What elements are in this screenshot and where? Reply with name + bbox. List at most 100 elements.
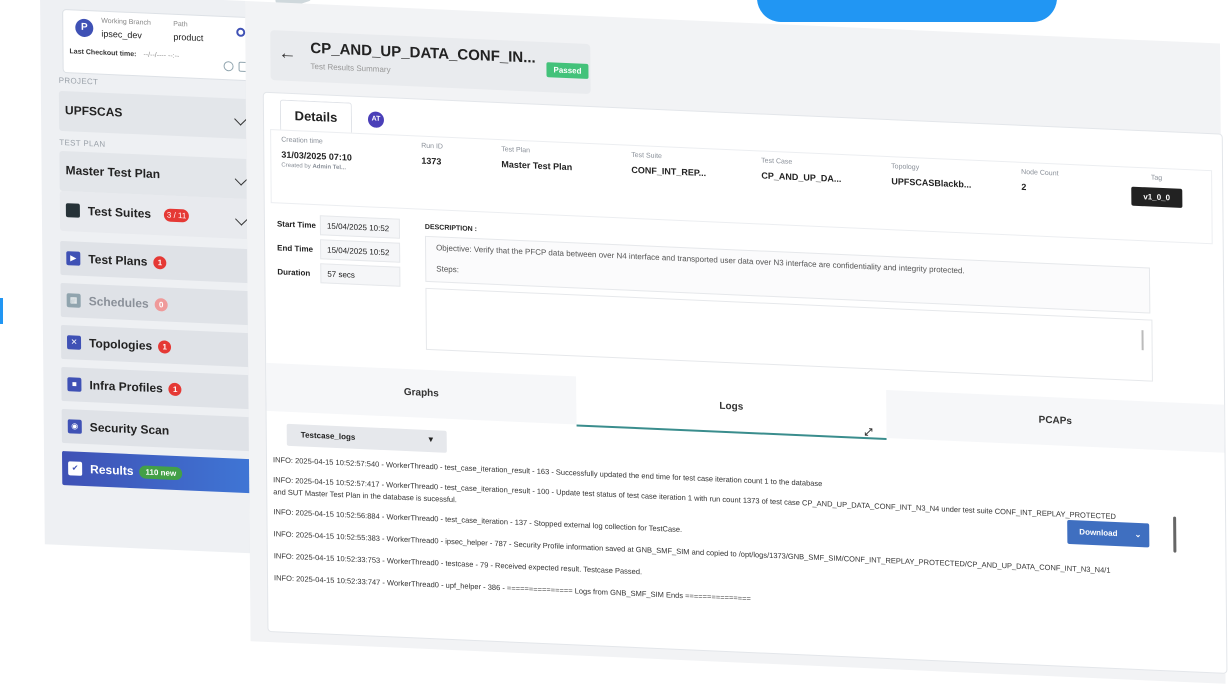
log-type-select[interactable]: Testcase_logs ▼ bbox=[286, 423, 447, 453]
count-badge: 1 bbox=[158, 340, 172, 355]
log-type-value: Testcase_logs bbox=[300, 430, 356, 442]
log-line: INFO: 2025-04-15 10:52:55:383 - WorkerTh… bbox=[273, 529, 1111, 575]
node-count-label: Node Count bbox=[1021, 168, 1059, 178]
avatar[interactable]: AT bbox=[367, 111, 385, 129]
test-suite-value: CONF_INT_REP... bbox=[631, 164, 707, 179]
expand-icon[interactable]: ⤢ bbox=[864, 409, 872, 457]
test-plan-cell: Test Plan Master Test Plan bbox=[501, 146, 572, 172]
sidebar-item-schedules[interactable]: ▦ Schedules 0 bbox=[60, 282, 257, 326]
test-case-value: CP_AND_UP_DA... bbox=[761, 170, 842, 185]
tab-logs-label: Logs bbox=[719, 400, 744, 413]
scrollbar[interactable] bbox=[1141, 330, 1144, 351]
sidebar: P Working Branch ipsec_dev Path product … bbox=[40, 0, 259, 554]
tab-graphs[interactable]: Graphs bbox=[266, 362, 577, 425]
branch-icon: P bbox=[75, 18, 94, 38]
download-button[interactable]: Download ⌄ bbox=[1067, 519, 1150, 548]
play-icon: ▶ bbox=[66, 251, 81, 266]
tab-details[interactable]: Details bbox=[279, 99, 353, 134]
test-suites-badge: 3 / 11 bbox=[163, 208, 190, 223]
end-time-value: 15/04/2025 10:52 bbox=[320, 239, 401, 263]
sidebar-item-topologies[interactable]: ✕ Topologies 1 bbox=[60, 324, 258, 368]
duration-value: 57 secs bbox=[320, 263, 401, 287]
topology-label: Topology bbox=[891, 163, 920, 172]
status-badge: Passed bbox=[546, 62, 589, 79]
download-label: Download bbox=[1079, 527, 1118, 539]
test-plan-label: Test Plan bbox=[501, 146, 531, 155]
gear-icon[interactable] bbox=[236, 27, 246, 37]
branch-card: P Working Branch ipsec_dev Path product … bbox=[62, 8, 255, 82]
test-suites-label: Test Suites bbox=[87, 204, 152, 221]
test-case-cell: Test Case CP_AND_UP_DA... bbox=[761, 158, 841, 185]
tab-pcaps[interactable]: PCAPs bbox=[886, 389, 1225, 453]
run-id-cell: Run ID 1373 bbox=[421, 143, 443, 167]
test-suite-label: Test Suite bbox=[631, 151, 662, 161]
start-time-label: Start Time bbox=[276, 219, 316, 231]
scan-icon: ◉ bbox=[67, 419, 82, 434]
created-by-label: Created by bbox=[281, 162, 311, 170]
creation-time-cell: Creation time 31/03/2025 07:10 Created b… bbox=[281, 137, 352, 172]
end-time-label: End Time bbox=[277, 243, 314, 254]
log-scrollbar[interactable] bbox=[1173, 516, 1177, 553]
count-badge: 1 bbox=[168, 382, 182, 397]
tag-cell: Tag v1_0_0 bbox=[1131, 174, 1183, 208]
test-plan-value: Master Test Plan bbox=[501, 159, 573, 173]
caret-down-icon: ▼ bbox=[426, 434, 435, 445]
log-line: INFO: 2025-04-15 10:52:33:747 - WorkerTh… bbox=[273, 573, 751, 604]
refresh-icon[interactable] bbox=[223, 61, 234, 72]
sidebar-item-results[interactable]: ✔ Results 110 new bbox=[61, 450, 259, 494]
sidebar-item-infra-profiles[interactable]: ■ Infra Profiles 1 bbox=[61, 366, 258, 410]
branch-value[interactable]: ipsec_dev bbox=[101, 29, 142, 41]
run-id-value: 1373 bbox=[421, 155, 442, 167]
test-plan-label: TEST PLAN bbox=[59, 137, 106, 149]
created-by-value: Admin Tel... bbox=[312, 163, 347, 172]
path-label: Path bbox=[173, 20, 188, 29]
description-label: DESCRIPTION : bbox=[424, 223, 478, 234]
test-plan-value: Master Test Plan bbox=[65, 163, 161, 182]
decorative-blue-shape bbox=[757, 0, 1057, 22]
app-window: P Working Branch ipsec_dev Path product … bbox=[40, 0, 1228, 684]
project-value: UPFSCAS bbox=[64, 103, 123, 120]
branch-label: Working Branch bbox=[101, 17, 151, 27]
sidebar-item-label: Infra Profiles bbox=[89, 378, 163, 396]
test-case-label: Test Case bbox=[761, 157, 793, 166]
suites-grid-icon bbox=[65, 203, 80, 218]
node-count-cell: Node Count 2 bbox=[1021, 169, 1059, 194]
server-icon: ■ bbox=[67, 377, 82, 392]
chevron-down-icon bbox=[235, 212, 248, 226]
sidebar-item-security-scan[interactable]: ◉ Security Scan bbox=[61, 408, 258, 452]
path-value[interactable]: product bbox=[173, 32, 203, 43]
sidebar-item-label: Security Scan bbox=[89, 420, 170, 438]
count-badge: 1 bbox=[153, 256, 167, 270]
chevron-down-icon: ⌄ bbox=[1134, 529, 1142, 540]
sidebar-item-label: Test Plans bbox=[88, 252, 148, 269]
project-label: PROJECT bbox=[58, 75, 99, 87]
calendar-icon: ▦ bbox=[66, 293, 81, 308]
checkout-label: Last Checkout time: bbox=[69, 48, 137, 59]
tag-label: Tag bbox=[1150, 174, 1163, 183]
start-time-value: 15/04/2025 10:52 bbox=[319, 215, 401, 239]
details-summary: Creation time 31/03/2025 07:10 Created b… bbox=[270, 129, 1213, 245]
sidebar-item-label: Schedules bbox=[88, 294, 149, 311]
sidebar-item-label: Results bbox=[90, 462, 134, 479]
back-arrow-icon[interactable]: ← bbox=[278, 42, 296, 64]
network-icon: ✕ bbox=[66, 335, 82, 350]
duration-label: Duration bbox=[277, 267, 311, 278]
count-badge: 0 bbox=[154, 298, 168, 312]
decorative-edge-bar bbox=[0, 298, 3, 324]
project-select[interactable]: UPFSCAS bbox=[58, 90, 256, 140]
test-suites-select[interactable]: Test Suites 3 / 11 bbox=[59, 190, 257, 240]
results-panel: Details AT Creation time 31/03/2025 07:1… bbox=[262, 91, 1228, 674]
sidebar-item-label: Topologies bbox=[88, 336, 153, 353]
checkout-value: --/--/---- --:-- bbox=[143, 51, 180, 61]
log-line: INFO: 2025-04-15 10:52:33:753 - WorkerTh… bbox=[273, 551, 643, 577]
topology-value: UPFSCASBlackb... bbox=[891, 176, 972, 190]
log-line: INFO: 2025-04-15 10:52:56:884 - WorkerTh… bbox=[273, 507, 683, 535]
node-count-value: 2 bbox=[1021, 181, 1027, 193]
tab-logs[interactable]: Logs ⤢ bbox=[576, 376, 887, 440]
sidebar-item-test-plans[interactable]: ▶ Test Plans 1 bbox=[60, 240, 257, 284]
topology-cell: Topology UPFSCASBlackb... bbox=[891, 163, 971, 190]
tag-chip: v1_0_0 bbox=[1131, 186, 1183, 208]
results-icon: ✔ bbox=[68, 461, 83, 476]
chevron-down-icon bbox=[234, 172, 248, 186]
page-subtitle: Test Results Summary bbox=[310, 61, 391, 75]
